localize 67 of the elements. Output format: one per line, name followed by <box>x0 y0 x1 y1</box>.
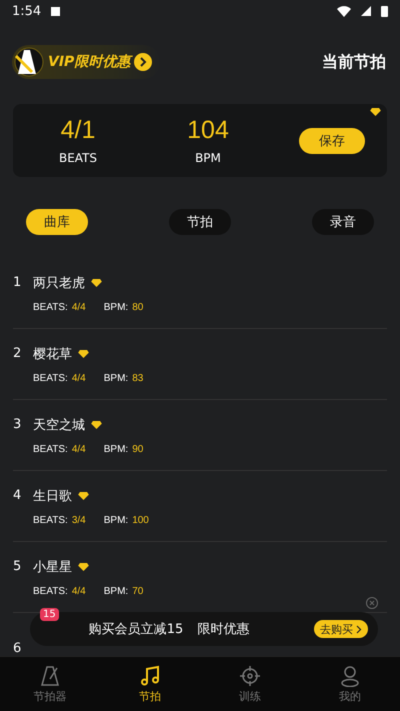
beats-label: BEATS: <box>33 444 68 454</box>
tab[interactable]: 节拍 <box>169 209 231 235</box>
song-number: 1 <box>13 275 22 290</box>
save-button[interactable]: 保存 <box>299 128 365 154</box>
bpm-value: 70 <box>132 586 144 596</box>
song-number: 5 <box>13 559 22 574</box>
nav-tab[interactable]: 节拍 <box>100 657 200 711</box>
bpm-label: BPM: <box>104 372 128 384</box>
diamond-icon <box>91 278 102 286</box>
bpm-value: 104 <box>187 116 229 145</box>
bpm-label: BPM: <box>104 444 128 454</box>
song-title[interactable]: 天空之城 <box>33 416 85 434</box>
beats-label: BEATS: <box>33 514 68 526</box>
metronome-icon <box>39 664 61 686</box>
bpm-label: BPM: <box>104 302 128 312</box>
bpm-value: 80 <box>132 302 144 312</box>
bpm-label: BPM: <box>104 586 128 596</box>
diamond-icon <box>78 562 89 570</box>
music-note-icon <box>139 664 161 686</box>
notification-icon <box>51 6 60 16</box>
bpm-value: 100 <box>132 514 149 526</box>
bpm-value: 83 <box>132 372 144 384</box>
buy-button[interactable]: 去购买 <box>314 620 368 638</box>
ad-tag: 限时优惠 <box>197 620 250 638</box>
battery-icon <box>381 5 388 17</box>
close-icon[interactable] <box>366 597 378 609</box>
tab[interactable]: 录音 <box>312 209 374 235</box>
beats-value: 4/4 <box>72 586 86 596</box>
person-icon <box>339 664 361 686</box>
song-number: 6 <box>13 640 22 656</box>
page-title: 当前节拍 <box>322 52 386 72</box>
nav-tab[interactable]: 我的 <box>300 657 400 711</box>
beats-value: 4/4 <box>72 302 86 312</box>
diamond-icon <box>91 420 102 428</box>
chevron-right-icon <box>356 624 362 634</box>
ad-text: 购买会员立减15 <box>88 621 184 638</box>
song-number: 4 <box>13 488 22 503</box>
wifi-icon <box>337 6 351 16</box>
diamond-icon <box>370 108 381 116</box>
bpm-label: BPM <box>195 151 221 165</box>
coupon-badge: 15 <box>40 608 59 621</box>
nav-tab[interactable]: 训练 <box>200 657 300 711</box>
song-title[interactable]: 两只老虎 <box>33 274 85 292</box>
bpm-value: 90 <box>132 444 144 454</box>
song-number: 2 <box>13 346 22 361</box>
beats-value: 4/1 <box>60 116 96 145</box>
song-title[interactable]: 小星星 <box>33 558 72 576</box>
tab[interactable]: 曲库 <box>26 209 88 235</box>
beats-value: 4/4 <box>72 372 86 384</box>
song-title[interactable]: 樱花草 <box>33 344 72 362</box>
beats-label: BEATS <box>58 151 98 165</box>
signal-icon <box>361 6 371 16</box>
beats-label: BEATS: <box>33 586 68 596</box>
song-number: 3 <box>13 417 22 432</box>
song-title[interactable]: 生日歌 <box>33 486 72 504</box>
target-icon <box>239 664 261 686</box>
beats-label: BEATS: <box>33 302 68 312</box>
beats-value: 4/4 <box>72 444 86 454</box>
chevron-right-icon <box>134 53 152 71</box>
diamond-icon <box>78 492 89 500</box>
diamond-icon <box>78 350 89 358</box>
status-time: 1:54 <box>12 4 42 18</box>
beats-value: 3/4 <box>72 514 86 526</box>
nav-tab[interactable]: 节拍器 <box>0 657 100 711</box>
bpm-label: BPM: <box>104 514 128 526</box>
beats-label: BEATS: <box>33 372 68 384</box>
metronome-icon <box>14 47 44 77</box>
